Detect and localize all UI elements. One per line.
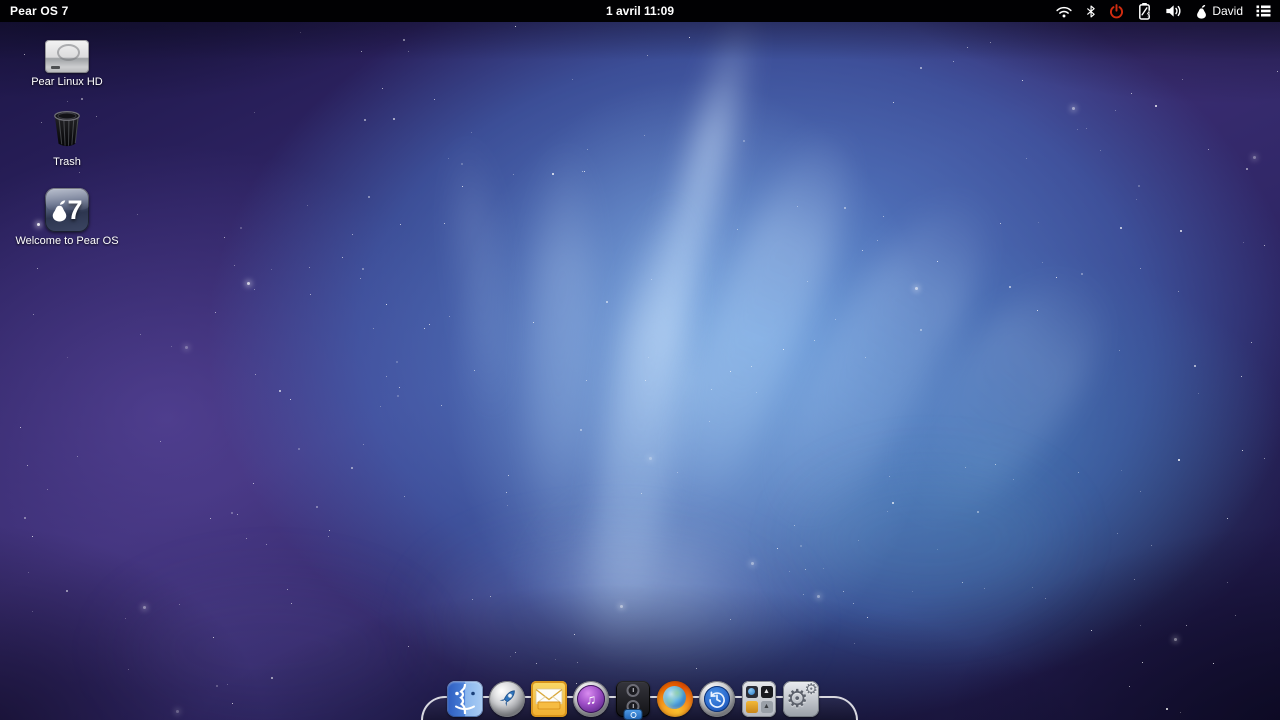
desktop-screen: Pear OS 7 1 avril 11:09: [0, 0, 1280, 720]
menu-list-icon[interactable]: [1256, 5, 1271, 17]
desktop-icon-label: Welcome to Pear OS: [15, 235, 118, 247]
dock-finder[interactable]: [447, 681, 483, 717]
music-note-icon: ♫: [573, 681, 609, 717]
gears-icon: ⚙ ⚙: [783, 681, 819, 717]
trash-can-icon: [51, 110, 83, 153]
dock-music[interactable]: ♫: [573, 681, 609, 717]
dock-applications[interactable]: ▲ ▲: [741, 681, 777, 717]
envelope-icon: [531, 681, 567, 717]
dock: ♫: [447, 681, 819, 717]
sessions-badge: [625, 710, 642, 719]
dock-time-machine[interactable]: [699, 681, 735, 717]
aurora-rays: [0, 0, 1280, 720]
backup-clock-icon: [699, 681, 735, 717]
firefox-globe-icon: [657, 681, 693, 717]
dock-mail[interactable]: [531, 681, 567, 717]
dark-drive-knobs-icon: [616, 681, 650, 717]
desktop-icon-pear-linux-hd[interactable]: Pear Linux HD: [9, 40, 125, 88]
desktop-icon-welcome[interactable]: 7 Welcome to Pear OS: [9, 188, 125, 247]
pear-seven-app-icon: 7: [45, 188, 89, 232]
user-menu[interactable]: David: [1196, 4, 1243, 19]
bluetooth-icon[interactable]: [1086, 4, 1096, 19]
pear-finder-icon: [447, 681, 483, 717]
battery-charging-icon[interactable]: [1137, 2, 1152, 20]
rocket-icon: [489, 681, 525, 717]
menu-bar: Pear OS 7 1 avril 11:09: [0, 0, 1280, 22]
wifi-icon[interactable]: [1055, 5, 1073, 18]
desktop-icon-trash[interactable]: Trash: [9, 110, 125, 168]
status-tray: David: [1055, 2, 1280, 20]
apps-grid-icon: ▲ ▲: [742, 681, 776, 717]
dock-firefox[interactable]: [657, 681, 693, 717]
dock-system-settings[interactable]: ⚙ ⚙: [783, 681, 819, 717]
username: David: [1212, 4, 1243, 18]
welcome-badge-seven: 7: [67, 195, 82, 226]
clock[interactable]: 1 avril 11:09: [606, 4, 674, 18]
hard-drive-icon: [45, 40, 89, 73]
pear-logo-icon: [1196, 4, 1207, 19]
dock-sessions[interactable]: [615, 681, 651, 717]
desktop-icon-label: Trash: [53, 156, 81, 168]
dock-launchpad[interactable]: [489, 681, 525, 717]
volume-icon[interactable]: [1165, 4, 1183, 18]
app-menu-title[interactable]: Pear OS 7: [10, 4, 69, 18]
power-icon[interactable]: [1109, 4, 1124, 19]
desktop-icon-label: Pear Linux HD: [31, 76, 103, 88]
